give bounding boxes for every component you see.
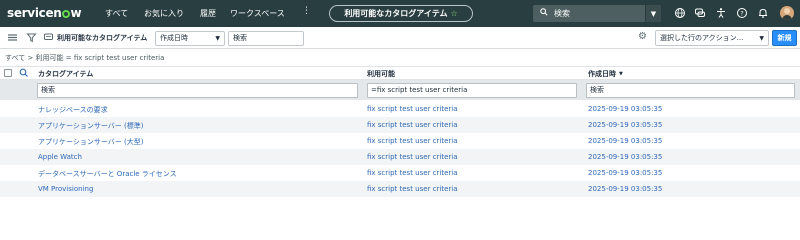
available-link[interactable]: fix script test user criteria bbox=[367, 169, 458, 177]
context-title-pill[interactable]: 利用可能なカタログアイテム ☆ bbox=[329, 5, 473, 22]
catalog-item-link[interactable]: Apple Watch bbox=[38, 153, 82, 161]
created-date: 2025-09-19 03:05:35 bbox=[588, 105, 663, 113]
table-row: データベースサーバーと Oracle ライセンス fix script test… bbox=[0, 165, 800, 181]
list-toolbar: 利用可能なカタログアイテム 作成日時 ▼ 検索 ⚙ 選択した行のアクション...… bbox=[0, 27, 800, 49]
catalog-item-filter-input[interactable]: 検索 bbox=[37, 83, 358, 98]
search-placeholder: 検索 bbox=[554, 9, 570, 18]
list-title: 利用可能なカタログアイテム bbox=[57, 34, 148, 42]
bell-icon[interactable] bbox=[757, 7, 769, 19]
table-row: VM Provisioning fix script test user cri… bbox=[0, 181, 800, 197]
search-field-select-value: 作成日時 bbox=[160, 34, 188, 42]
table-row: Apple Watch fix script test user criteri… bbox=[0, 149, 800, 165]
created-filter-input[interactable]: 検索 bbox=[586, 83, 795, 98]
available-link[interactable]: fix script test user criteria bbox=[367, 153, 458, 161]
search-icon[interactable] bbox=[19, 68, 29, 78]
hamburger-menu-icon[interactable] bbox=[7, 32, 18, 43]
chevron-down-icon: ▼ bbox=[215, 35, 220, 42]
created-date: 2025-09-19 03:05:35 bbox=[588, 169, 663, 177]
svg-text:?: ? bbox=[740, 10, 743, 18]
catalog-item-link[interactable]: データベースサーバーと Oracle ライセンス bbox=[38, 169, 177, 179]
gear-icon[interactable]: ⚙ bbox=[638, 31, 650, 43]
nav-history[interactable]: 履歴 bbox=[200, 8, 216, 19]
search-icon bbox=[540, 8, 548, 16]
servicenow-logo[interactable]: servicen w bbox=[7, 6, 82, 20]
more-menu-icon[interactable]: ⋮ bbox=[302, 6, 311, 16]
column-header-created[interactable]: 作成日時 ▼ bbox=[588, 69, 623, 79]
catalog-item-link[interactable]: ナレッジベースの要求 bbox=[38, 105, 108, 115]
globe-icon[interactable] bbox=[674, 7, 686, 19]
nav-all[interactable]: すべて bbox=[105, 8, 128, 19]
help-icon[interactable]: ? bbox=[736, 7, 748, 19]
catalog-item-link[interactable]: VM Provisioning bbox=[38, 185, 93, 193]
avatar-face bbox=[784, 8, 790, 14]
chat-icon[interactable] bbox=[694, 7, 706, 19]
available-link[interactable]: fix script test user criteria bbox=[367, 185, 458, 193]
column-header-catalog-item[interactable]: カタログアイテム bbox=[38, 69, 93, 79]
search-field-select[interactable]: 作成日時 ▼ bbox=[155, 31, 225, 46]
column-header-created-label: 作成日時 bbox=[588, 70, 616, 78]
column-header-available[interactable]: 利用可能 bbox=[367, 69, 395, 79]
available-link[interactable]: fix script test user criteria bbox=[367, 105, 458, 113]
context-title: 利用可能なカタログアイテム bbox=[344, 9, 448, 18]
catalog-item-link[interactable]: アプリケーションサーバー (大型) bbox=[38, 137, 143, 147]
table-header: カタログアイテム 利用可能 作成日時 ▼ bbox=[0, 66, 800, 80]
chevron-down-icon: ▼ bbox=[759, 35, 764, 42]
created-date: 2025-09-19 03:05:35 bbox=[588, 153, 663, 161]
top-navigation-bar: servicen w すべて お気に入り 履歴 ワークスペース ⋮ 利用可能なカタ… bbox=[0, 0, 800, 27]
row-action-select[interactable]: 選択した行のアクション... ▼ bbox=[655, 30, 769, 46]
row-action-select-value: 選択した行のアクション... bbox=[660, 34, 744, 42]
nav-workspaces[interactable]: ワークスペース bbox=[230, 8, 285, 19]
created-date: 2025-09-19 03:05:35 bbox=[588, 137, 663, 145]
user-avatar[interactable] bbox=[780, 6, 794, 20]
table-row: アプリケーションサーバー (標準) fix script test user c… bbox=[0, 117, 800, 133]
available-link[interactable]: fix script test user criteria bbox=[367, 121, 458, 129]
nav-favorites[interactable]: お気に入り bbox=[144, 8, 184, 19]
filter-icon[interactable] bbox=[26, 32, 37, 43]
sort-descending-icon: ▼ bbox=[619, 71, 623, 77]
accessibility-icon[interactable] bbox=[715, 7, 727, 19]
list-search-input[interactable]: 検索 bbox=[228, 31, 304, 46]
comment-icon[interactable] bbox=[43, 32, 54, 43]
available-filter-input[interactable]: =fix script test user criteria bbox=[367, 83, 577, 98]
available-link[interactable]: fix script test user criteria bbox=[367, 137, 458, 145]
select-all-checkbox[interactable] bbox=[4, 69, 12, 77]
avatar-body bbox=[782, 15, 792, 20]
table-row: ナレッジベースの要求 fix script test user criteria… bbox=[0, 101, 800, 117]
table-row: アプリケーションサーバー (大型) fix script test user c… bbox=[0, 133, 800, 149]
breadcrumb[interactable]: すべて > 利用可能 = fix script test user criter… bbox=[5, 53, 164, 63]
new-button[interactable]: 新規 bbox=[772, 30, 797, 46]
search-scope-dropdown[interactable]: ▼ bbox=[645, 5, 661, 22]
created-date: 2025-09-19 03:05:35 bbox=[588, 121, 663, 129]
column-filter-row: 検索 =fix script test user criteria 検索 bbox=[0, 80, 800, 100]
global-search[interactable]: 検索 ▼ bbox=[533, 5, 661, 22]
created-date: 2025-09-19 03:05:35 bbox=[588, 185, 663, 193]
favorite-star-icon[interactable]: ☆ bbox=[451, 9, 458, 18]
catalog-item-link[interactable]: アプリケーションサーバー (標準) bbox=[38, 121, 143, 131]
